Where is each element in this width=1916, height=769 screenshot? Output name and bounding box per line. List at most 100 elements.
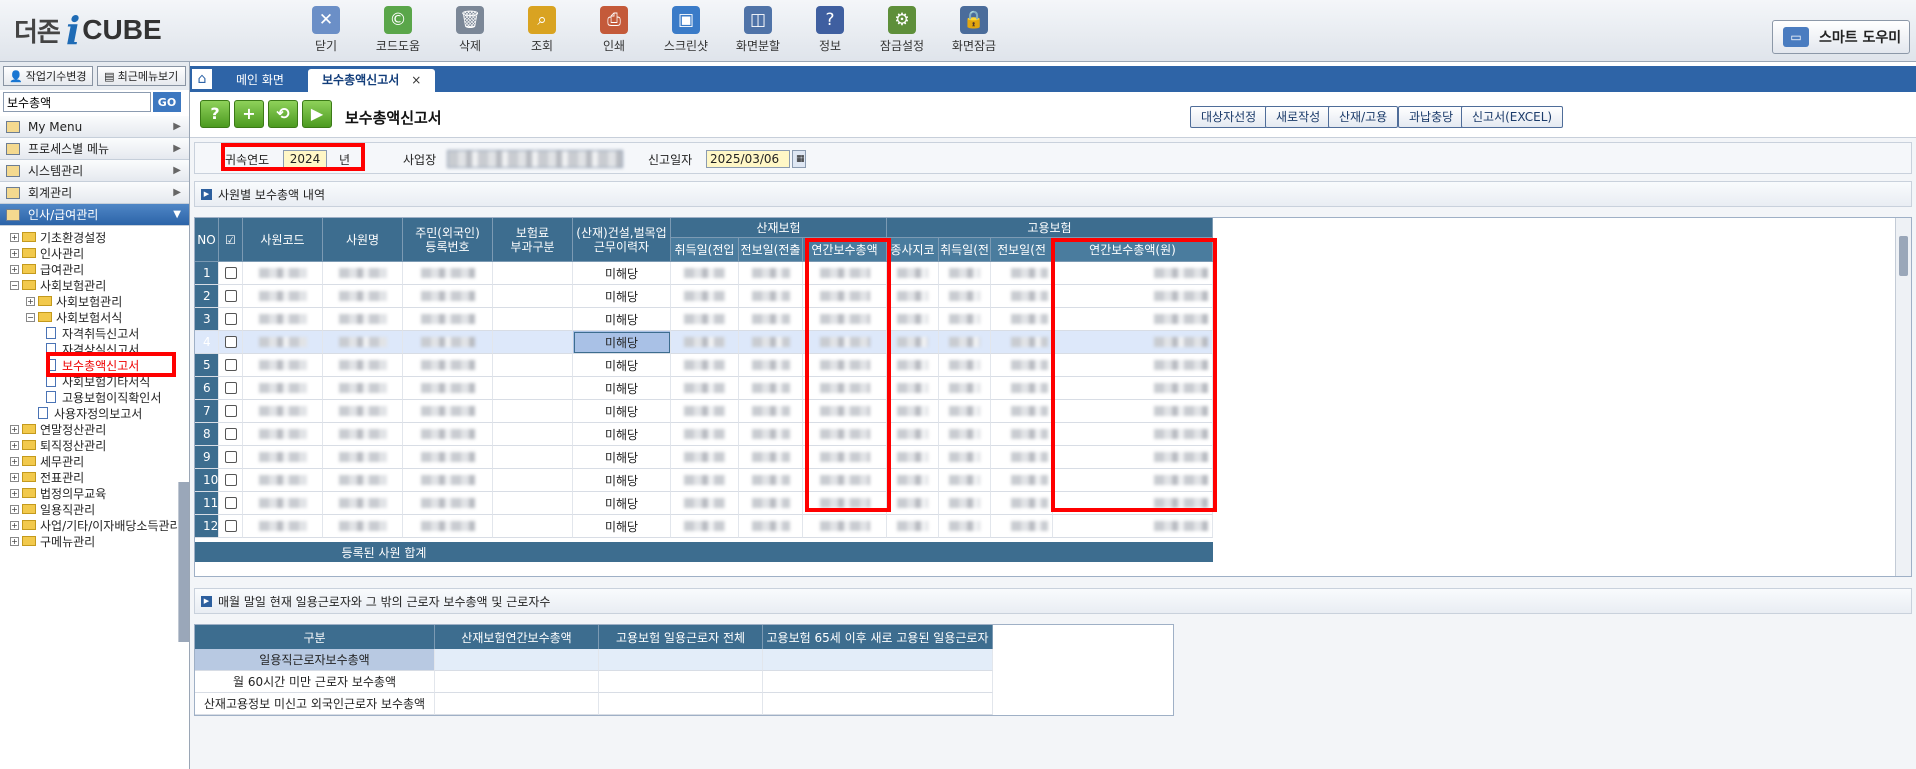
grid-cell[interactable] xyxy=(493,400,573,423)
grid-cell[interactable] xyxy=(887,515,939,538)
grid-cell[interactable] xyxy=(403,262,493,285)
expand-icon[interactable]: + xyxy=(26,296,35,306)
grid-cell[interactable] xyxy=(671,515,739,538)
grid-cell[interactable] xyxy=(323,354,403,377)
grid-cell[interactable] xyxy=(219,262,243,285)
grid-cell[interactable] xyxy=(739,400,803,423)
grid-cell[interactable] xyxy=(403,331,493,354)
bottom-cell[interactable] xyxy=(763,693,993,715)
grid-cell[interactable]: 미해당 xyxy=(573,515,671,538)
tree-item[interactable]: + 일용직관리 xyxy=(0,501,189,517)
grid-cell[interactable]: 미해당 xyxy=(573,423,671,446)
row-checkbox[interactable] xyxy=(224,405,237,417)
bottom-cell[interactable] xyxy=(435,693,599,715)
sidebar-menu-1[interactable]: 프로세스별 메뉴 ▶ xyxy=(0,138,189,160)
grid-cell[interactable] xyxy=(403,285,493,308)
expand-icon[interactable]: + xyxy=(10,232,19,242)
toolbar-button-1[interactable]: © 코드도움 xyxy=(362,4,434,54)
grid-cell[interactable] xyxy=(991,262,1053,285)
grid-cell[interactable] xyxy=(671,308,739,331)
grid-cell[interactable] xyxy=(403,446,493,469)
refresh-button[interactable]: ⟲ xyxy=(268,100,298,128)
grid-cell[interactable] xyxy=(243,423,323,446)
smart-helper-button[interactable]: ▭ 스마트 도우미 xyxy=(1772,20,1910,54)
grid-cell[interactable] xyxy=(493,308,573,331)
row-checkbox[interactable] xyxy=(224,336,237,348)
row-checkbox[interactable] xyxy=(224,497,237,509)
grid-cell[interactable] xyxy=(671,423,739,446)
grid-cell[interactable] xyxy=(991,423,1053,446)
grid-cell[interactable]: 미해당 xyxy=(573,446,671,469)
grid-cell[interactable] xyxy=(493,423,573,446)
grid-cell[interactable] xyxy=(939,469,991,492)
expand-icon[interactable]: + xyxy=(10,536,19,546)
grid-cell[interactable] xyxy=(739,331,803,354)
grid-cell[interactable] xyxy=(243,377,323,400)
grid-cell[interactable] xyxy=(671,400,739,423)
grid-scrollbar[interactable] xyxy=(1895,218,1911,576)
action-button-0[interactable]: 대상자선정 xyxy=(1190,106,1268,128)
grid-cell[interactable] xyxy=(493,285,573,308)
grid-cell[interactable] xyxy=(323,492,403,515)
grid-cell[interactable] xyxy=(403,423,493,446)
grid-cell[interactable] xyxy=(219,515,243,538)
grid-cell[interactable] xyxy=(887,354,939,377)
calendar-icon[interactable]: ▦ xyxy=(792,150,806,168)
recent-menu-button[interactable]: ▤ 최근메뉴보기 xyxy=(96,66,186,86)
grid-cell[interactable] xyxy=(739,515,803,538)
sidebar-scrollbar[interactable] xyxy=(178,482,189,642)
grid-cell[interactable] xyxy=(739,469,803,492)
grid-cell[interactable] xyxy=(403,308,493,331)
grid-cell[interactable] xyxy=(323,400,403,423)
menu-search-input[interactable] xyxy=(3,92,151,112)
row-checkbox[interactable] xyxy=(224,313,237,325)
tree-item[interactable]: + 연말정산관리 xyxy=(0,421,189,437)
expand-icon[interactable]: + xyxy=(10,488,19,498)
grid-cell[interactable] xyxy=(803,515,887,538)
expand-icon[interactable]: + xyxy=(10,248,19,258)
collapse-icon[interactable]: − xyxy=(26,312,35,322)
help-button[interactable]: ? xyxy=(200,100,230,128)
row-checkbox[interactable] xyxy=(224,474,237,486)
sidebar-menu-2[interactable]: 시스템관리 ▶ xyxy=(0,160,189,182)
grid-cell[interactable] xyxy=(493,331,573,354)
grid-cell[interactable] xyxy=(243,469,323,492)
grid-cell[interactable] xyxy=(887,469,939,492)
grid-cell[interactable] xyxy=(991,377,1053,400)
bottom-cell[interactable] xyxy=(599,693,763,715)
grid-cell[interactable] xyxy=(493,262,573,285)
expand-icon[interactable]: + xyxy=(10,504,19,514)
grid-cell[interactable] xyxy=(219,285,243,308)
grid-cell[interactable] xyxy=(403,492,493,515)
tree-item[interactable]: + 구메뉴관리 xyxy=(0,533,189,549)
row-checkbox[interactable] xyxy=(224,267,237,279)
toolbar-button-8[interactable]: ⚙ 잠금설정 xyxy=(866,4,938,54)
tree-item[interactable]: + 기초환경설정 xyxy=(0,229,189,245)
toolbar-button-6[interactable]: ◫ 화면분할 xyxy=(722,4,794,54)
tab-remuneration-report[interactable]: 보수총액신고서 × xyxy=(308,69,436,92)
tree-item[interactable]: + 법정의무교육 xyxy=(0,485,189,501)
grid-cell[interactable]: 미해당 xyxy=(573,492,671,515)
grid-cell[interactable] xyxy=(403,469,493,492)
tree-item[interactable]: 고용보험이직확인서 xyxy=(0,389,189,405)
grid-cell[interactable] xyxy=(219,354,243,377)
grid-cell[interactable]: 미해당 xyxy=(573,354,671,377)
toolbar-button-9[interactable]: 🔒 화면잠금 xyxy=(938,4,1010,54)
grid-cell[interactable] xyxy=(323,377,403,400)
grid-cell[interactable] xyxy=(739,354,803,377)
sidebar-menu-0[interactable]: My Menu ▶ xyxy=(0,116,189,138)
grid-cell[interactable] xyxy=(991,492,1053,515)
grid-cell[interactable] xyxy=(243,262,323,285)
grid-cell[interactable] xyxy=(739,423,803,446)
grid-cell[interactable] xyxy=(939,262,991,285)
tree-item[interactable]: + 세무관리 xyxy=(0,453,189,469)
grid-cell[interactable] xyxy=(671,377,739,400)
grid-cell[interactable] xyxy=(219,331,243,354)
grid-cell[interactable] xyxy=(939,423,991,446)
grid-cell[interactable] xyxy=(219,377,243,400)
grid-cell[interactable] xyxy=(493,492,573,515)
grid-cell[interactable] xyxy=(403,515,493,538)
grid-cell[interactable] xyxy=(739,446,803,469)
row-checkbox[interactable] xyxy=(224,428,237,440)
grid-cell[interactable] xyxy=(887,423,939,446)
